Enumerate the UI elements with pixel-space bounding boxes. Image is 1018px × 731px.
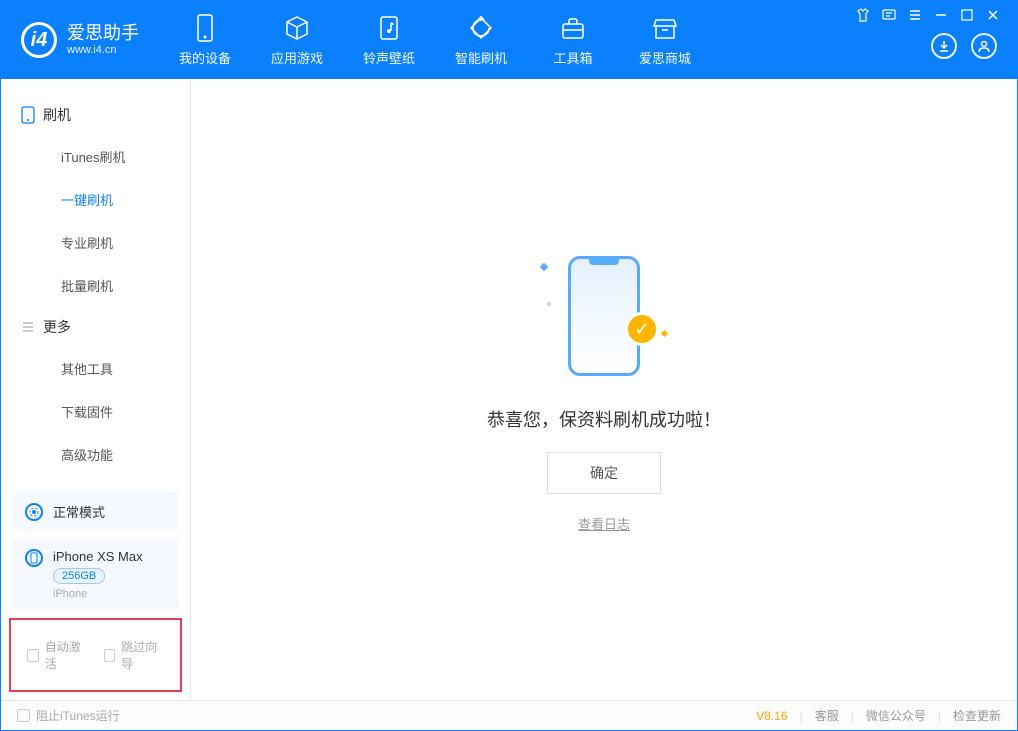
list-icon [21,320,35,334]
footer: 阻止iTunes运行 V8.16 | 客服 | 微信公众号 | 检查更新 [1,700,1017,730]
highlighted-checkbox-row: 自动激活 跳过向导 [9,618,182,692]
sidebar-item-pro-flash[interactable]: 专业刷机 [1,221,190,264]
ok-button[interactable]: 确定 [547,452,661,494]
nav-tabs: 我的设备 应用游戏 铃声壁纸 智能刷机 工具箱 爱思商城 [159,1,711,79]
tab-label: 应用游戏 [271,48,323,67]
sidebar-item-download-firmware[interactable]: 下载固件 [1,390,190,433]
device-mini-icon [25,549,43,567]
support-link[interactable]: 客服 [815,707,839,724]
success-illustration: ✓ [539,246,669,386]
tab-apps-games[interactable]: 应用游戏 [251,1,343,79]
tab-label: 爱思商城 [639,48,691,67]
tab-toolbox[interactable]: 工具箱 [527,1,619,79]
minimize-button[interactable] [933,7,949,23]
sidebar-group-more: 更多 [1,307,190,347]
tab-label: 我的设备 [179,48,231,67]
device-name: iPhone XS Max [53,549,143,564]
feedback-icon[interactable] [881,7,897,23]
check-update-link[interactable]: 检查更新 [953,707,1001,724]
user-profile-button[interactable] [971,33,997,59]
app-subtitle: www.i4.cn [67,44,139,56]
refresh-icon [467,14,495,42]
app-header: i4 爱思助手 www.i4.cn 我的设备 应用游戏 铃声壁纸 智能刷机 工具… [1,1,1017,79]
window-controls [855,1,1009,23]
device-storage: 256GB [53,568,105,584]
checkbox-icon [27,649,39,662]
checkbox-icon [17,709,30,722]
view-log-link[interactable]: 查看日志 [578,514,630,533]
tab-label: 铃声壁纸 [363,48,415,67]
tab-my-device[interactable]: 我的设备 [159,1,251,79]
sidebar-item-oneclick-flash[interactable]: 一键刷机 [1,178,190,221]
device-icon [191,14,219,42]
download-button[interactable] [931,33,957,59]
sidebar-item-itunes-flash[interactable]: iTunes刷机 [1,135,190,178]
store-icon [651,14,679,42]
checkmark-badge-icon: ✓ [625,312,659,346]
mode-icon [25,503,43,521]
cube-icon [283,14,311,42]
sidebar-item-other-tools[interactable]: 其他工具 [1,347,190,390]
menu-icon[interactable] [907,7,923,23]
maximize-button[interactable] [959,7,975,23]
group-title: 刷机 [43,105,71,125]
checkbox-skip-guide[interactable]: 跳过向导 [104,638,165,672]
checkbox-icon [104,649,116,662]
shirt-icon[interactable] [855,7,871,23]
app-title: 爱思助手 [67,24,139,44]
logo-section: i4 爱思助手 www.i4.cn [1,22,159,58]
wechat-link[interactable]: 微信公众号 [866,707,926,724]
app-logo-icon: i4 [21,22,57,58]
sidebar-group-flash: 刷机 [1,95,190,135]
mode-box[interactable]: 正常模式 [13,492,178,531]
mode-label: 正常模式 [53,502,105,521]
tab-label: 工具箱 [553,48,592,67]
sidebar: 刷机 iTunes刷机 一键刷机 专业刷机 批量刷机 更多 其他工具 下载固件 … [1,79,191,700]
device-box[interactable]: iPhone XS Max 256GB iPhone [13,539,178,610]
tab-ringtone-wallpaper[interactable]: 铃声壁纸 [343,1,435,79]
group-title: 更多 [43,317,71,337]
device-type: iPhone [53,588,143,600]
close-button[interactable] [985,7,1001,23]
checkbox-block-itunes[interactable]: 阻止iTunes运行 [17,707,120,724]
checkbox-label: 自动激活 [45,638,88,672]
tab-smart-flash[interactable]: 智能刷机 [435,1,527,79]
version-label: V8.16 [756,709,787,723]
music-icon [375,14,403,42]
checkbox-label: 阻止iTunes运行 [36,707,120,724]
main-content: ✓ 恭喜您，保资料刷机成功啦！ 确定 查看日志 [191,79,1017,700]
checkbox-label: 跳过向导 [121,638,164,672]
sidebar-item-batch-flash[interactable]: 批量刷机 [1,264,190,307]
tab-label: 智能刷机 [455,48,507,67]
phone-icon [21,106,35,124]
success-message: 恭喜您，保资料刷机成功啦！ [487,406,721,432]
sidebar-item-advanced[interactable]: 高级功能 [1,433,190,476]
tab-store[interactable]: 爱思商城 [619,1,711,79]
checkbox-auto-activate[interactable]: 自动激活 [27,638,88,672]
toolbox-icon [559,14,587,42]
